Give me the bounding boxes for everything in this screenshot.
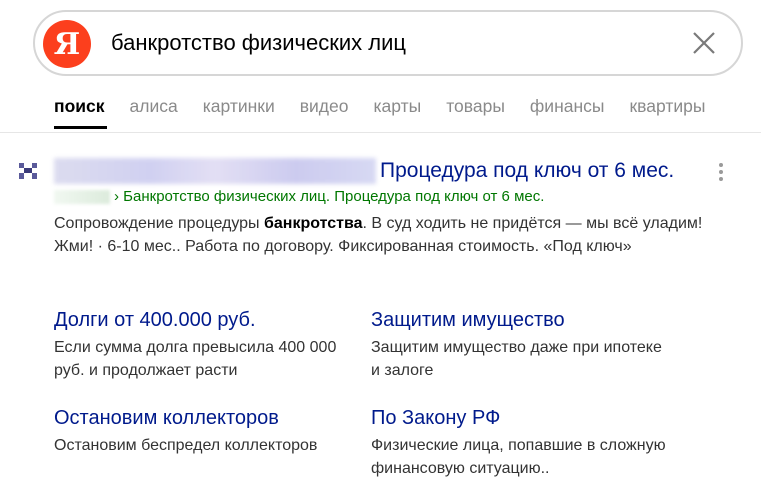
tab-alice[interactable]: алиса — [130, 96, 178, 118]
sitelink: По Закону РФ Физические лица, попавшие в… — [371, 405, 671, 480]
sitelink: Защитим имущество Защитим имущество даже… — [371, 307, 671, 382]
active-tab-indicator — [54, 126, 107, 129]
snippet-highlight: банкротства — [264, 215, 363, 232]
sitelink-title[interactable]: По Закону РФ — [371, 405, 671, 431]
sitelink-title[interactable]: Долги от 400.000 руб. — [54, 307, 354, 333]
search-input[interactable]: банкротство физических лиц — [111, 12, 406, 74]
tab-images[interactable]: картинки — [203, 96, 275, 118]
yandex-logo[interactable]: Я — [43, 20, 91, 68]
tab-products[interactable]: товары — [446, 96, 505, 118]
sitelink-title[interactable]: Остановим коллекторов — [54, 405, 354, 431]
sitelink-title[interactable]: Защитим имущество — [371, 307, 671, 333]
sitelink-desc: Защитим имущество даже при ипотеке и зал… — [371, 339, 662, 379]
tab-video[interactable]: видео — [300, 96, 349, 118]
header-divider — [0, 132, 761, 133]
tab-maps[interactable]: карты — [373, 96, 421, 118]
search-bar[interactable]: Я банкротство физических лиц — [33, 10, 743, 76]
close-icon[interactable] — [689, 28, 719, 58]
sitelink-desc: Если сумма долга превысила 400 000 руб. … — [54, 339, 337, 379]
tab-finance[interactable]: финансы — [530, 96, 605, 118]
site-favicon-icon — [19, 163, 37, 179]
blurred-title-redaction — [54, 158, 376, 184]
sitelink: Долги от 400.000 руб. Если сумма долга п… — [54, 307, 354, 382]
search-tabs: поиск алиса картинки видео карты товары … — [54, 96, 730, 118]
tab-search[interactable]: поиск — [54, 96, 105, 118]
more-vertical-icon[interactable] — [716, 163, 726, 183]
result-snippet: Сопровождение процедуры банкротства. В с… — [54, 215, 703, 255]
sitelink: Остановим коллекторов Остановим беспреде… — [54, 405, 354, 457]
result-title-link[interactable]: Процедура под ключ от 6 мес. — [380, 159, 674, 183]
blurred-url-redaction — [54, 190, 110, 204]
tab-realty[interactable]: квартиры — [629, 96, 705, 118]
sitelink-desc: Остановим беспредел коллекторов — [54, 437, 318, 454]
result-url-breadcrumb[interactable]: › Банкротство физических лиц. Процедура … — [114, 188, 544, 205]
sitelink-desc: Физические лица, попавшие в сложную фина… — [371, 437, 666, 477]
